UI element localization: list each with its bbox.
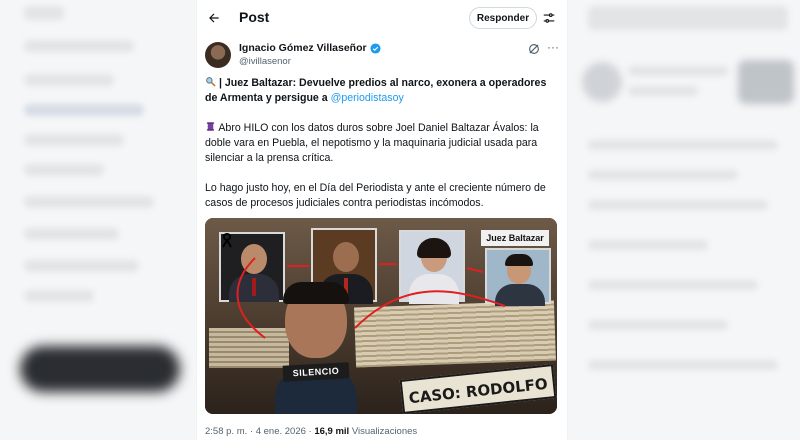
views-label: Visualizaciones — [351, 426, 418, 437]
post-author: Ignacio Gómez Villaseñor @ivillasenor ··… — [205, 40, 565, 70]
post-paragraph-context: Lo hago justo hoy, en el Día del Periodi… — [205, 182, 546, 209]
post-headline: | Juez Baltazar: Devuelve predios al nar… — [205, 76, 559, 106]
meta-separator: · — [249, 426, 254, 437]
meta-separator-2: · — [308, 426, 312, 437]
views-count: 16,9 mil — [314, 426, 350, 437]
post-column: Post Responder Ignacio Gómez Villaseñor … — [196, 0, 568, 440]
left-sidebar-blurred — [0, 0, 196, 440]
more-options-icon[interactable]: ··· — [545, 40, 561, 56]
avatar[interactable] — [205, 42, 231, 68]
black-ribbon-icon — [222, 232, 232, 248]
grok-icon[interactable] — [527, 42, 541, 56]
verified-badge-icon — [370, 42, 381, 54]
arrow-left-icon — [209, 13, 219, 23]
page-title: Post — [239, 9, 270, 25]
scroll-emoji-icon — [206, 122, 215, 131]
post-text: | Juez Baltazar: Devuelve predios al nar… — [205, 76, 559, 226]
post-paragraph-thread: Abro HILO con los datos duros sobre Joel… — [205, 121, 559, 166]
mention-link[interactable]: @periodistasoy — [331, 92, 404, 104]
post-paragraph-thread-text: Abro HILO con los datos duros sobre Joel… — [205, 122, 539, 164]
post-date[interactable]: 4 ene. 2026 — [256, 426, 306, 437]
reply-settings-button[interactable] — [539, 8, 559, 28]
page: Post Responder Ignacio Gómez Villaseñor … — [0, 0, 800, 440]
author-name-row: Ignacio Gómez Villaseñor — [239, 42, 381, 54]
post-image[interactable]: Juez Baltazar SILENCIO CASO: RODOLFO RUI… — [205, 218, 557, 414]
magnifier-emoji-icon — [206, 77, 216, 87]
post-header: Post Responder — [197, 0, 567, 36]
right-sidebar-blurred — [568, 0, 800, 440]
author-handle[interactable]: @ivillasenor — [239, 56, 291, 67]
sliders-icon — [543, 13, 555, 23]
back-button[interactable] — [201, 5, 227, 31]
label-juez-baltazar: Juez Baltazar — [481, 230, 549, 246]
post-metadata: 2:58 p. m. · 4 ene. 2026 · 16,9 mil Visu… — [205, 426, 417, 437]
author-name[interactable]: Ignacio Gómez Villaseñor — [239, 42, 367, 54]
post-time[interactable]: 2:58 p. m. — [205, 426, 247, 437]
reply-button[interactable]: Responder — [469, 7, 537, 29]
